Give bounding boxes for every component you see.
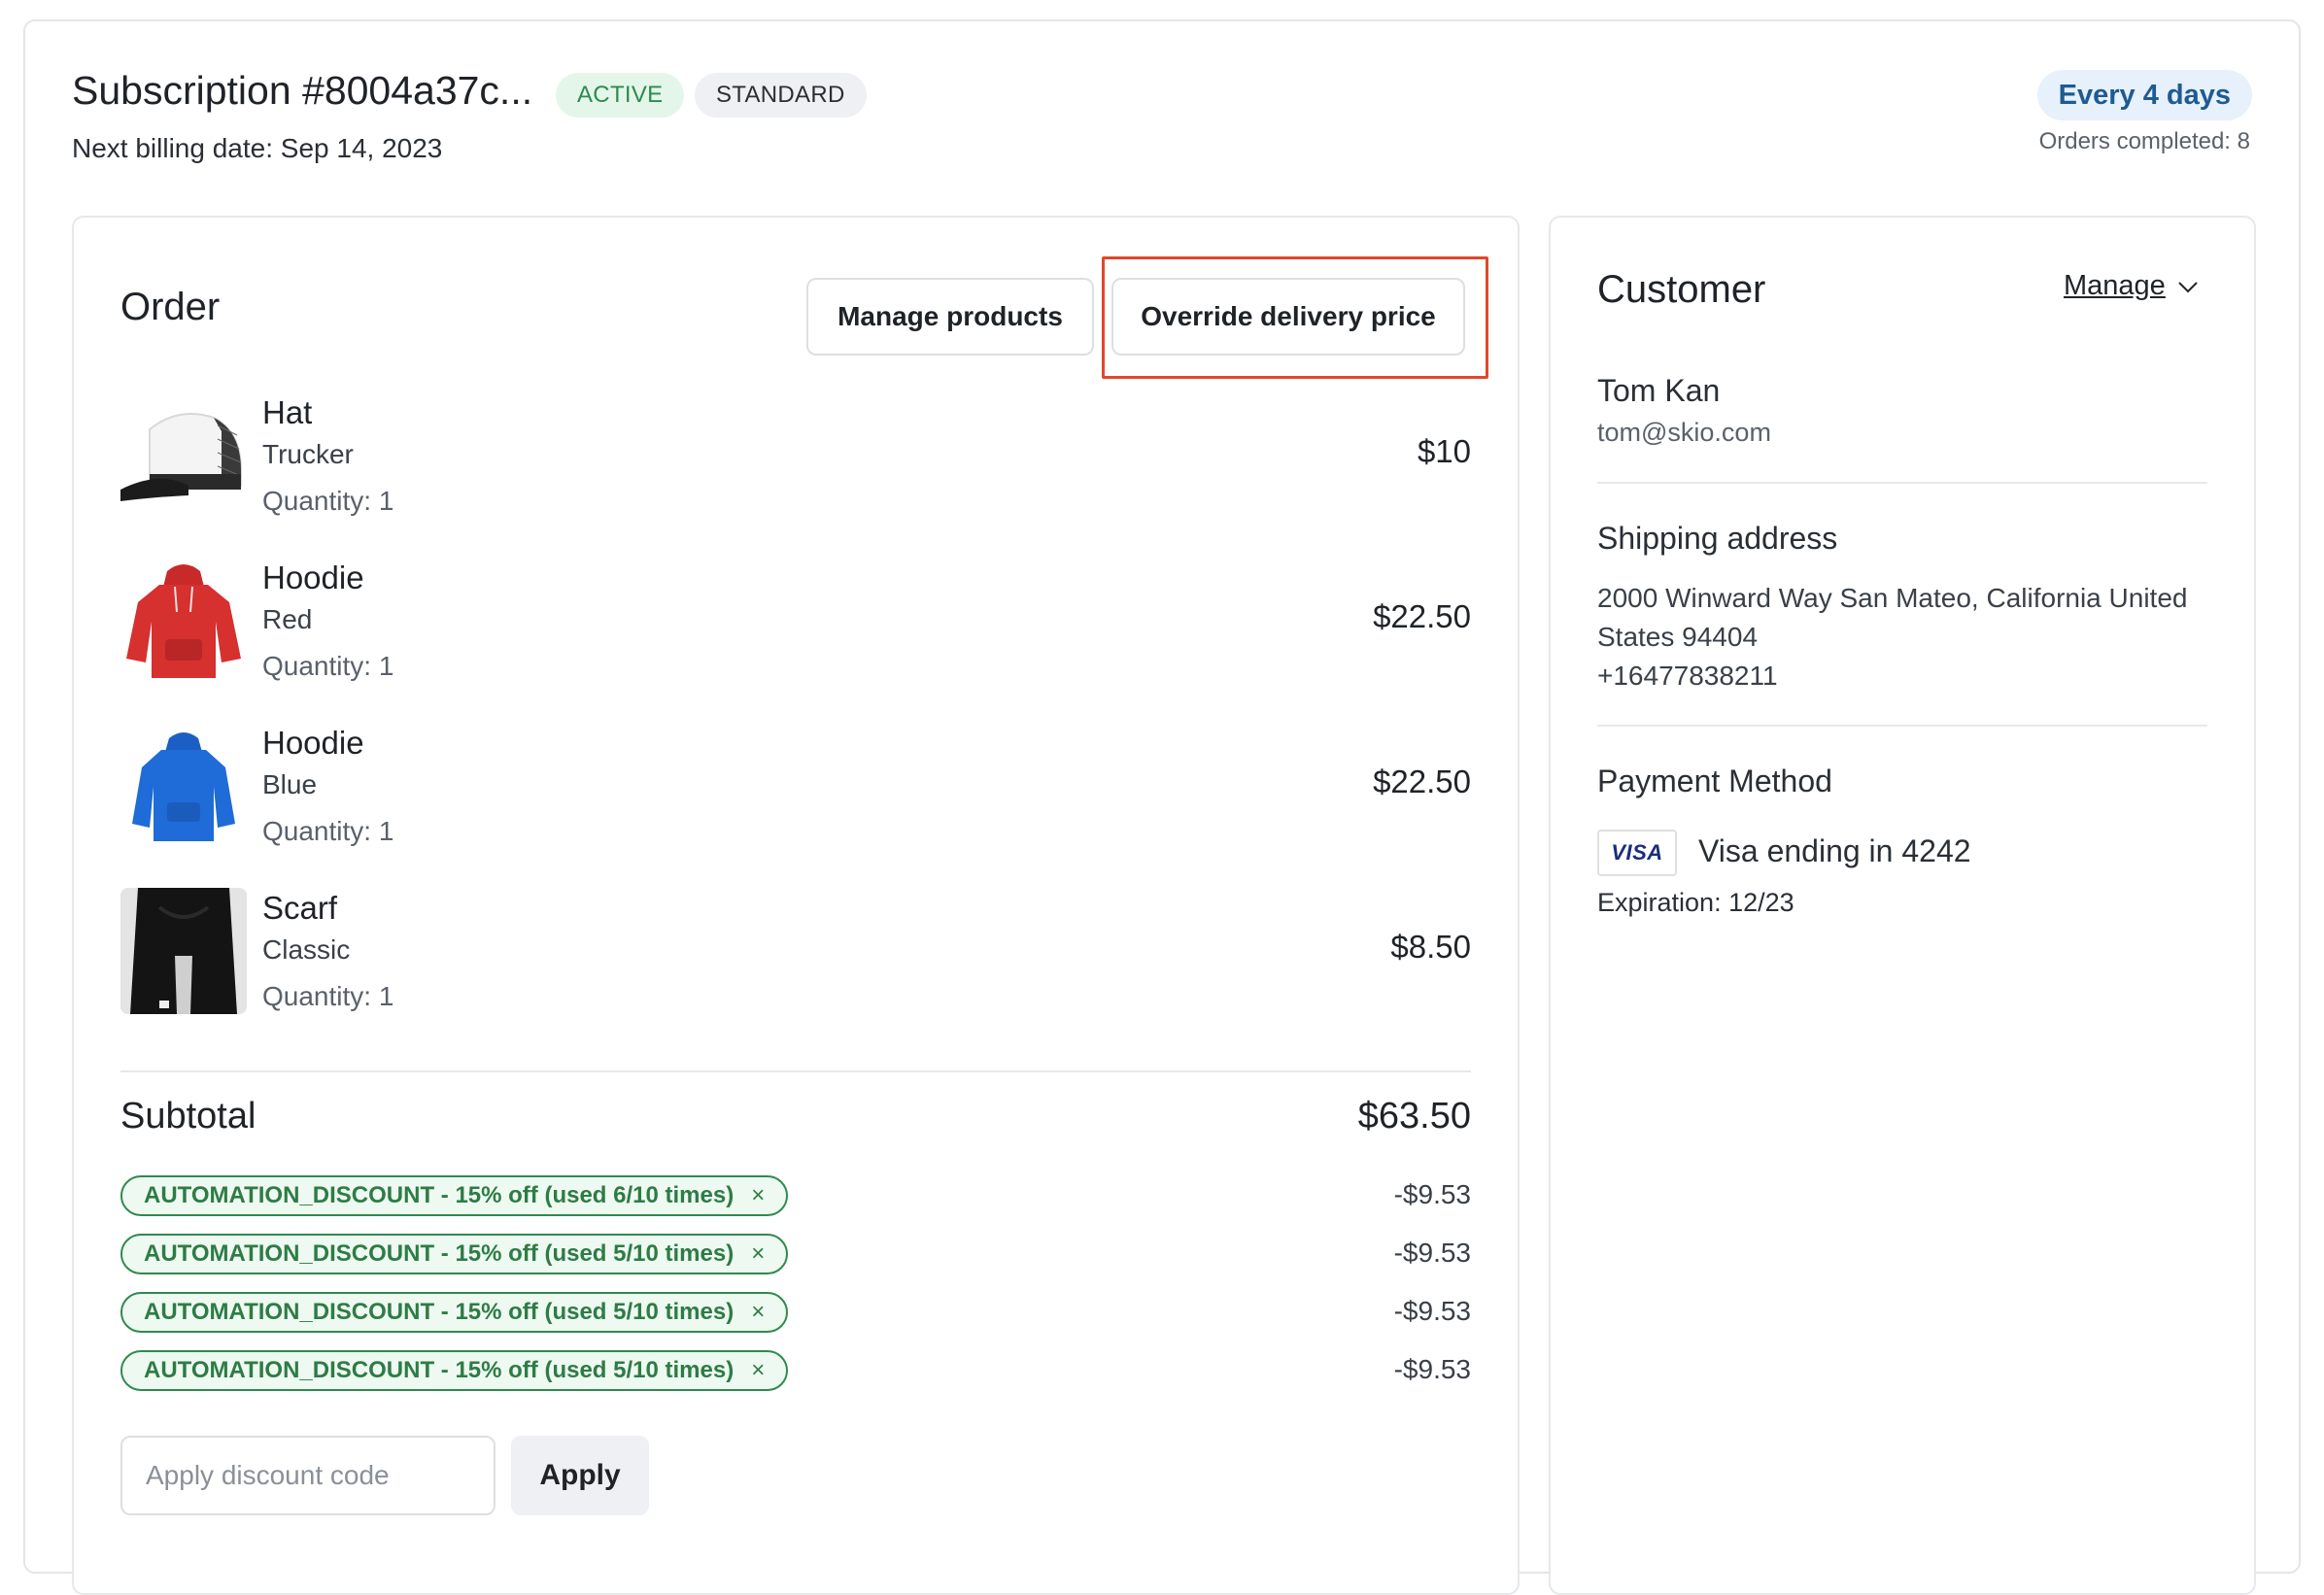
item-quantity: Quantity: 1	[262, 486, 394, 516]
order-item: Hoodie Blue Quantity: 1 $22.50	[120, 723, 1471, 878]
item-price: $22.50	[1373, 598, 1471, 634]
trucker-hat-image	[120, 392, 247, 519]
item-variant: Red	[262, 604, 313, 634]
discount-pill: AUTOMATION_DISCOUNT - 15% off (used 5/10…	[120, 1234, 789, 1274]
item-quantity: Quantity: 1	[262, 981, 394, 1011]
chevron-down-icon	[2177, 270, 2199, 302]
card-expiration: Expiration: 12/23	[1597, 888, 1794, 917]
item-quantity: Quantity: 1	[262, 651, 394, 681]
discount-amount: -$9.53	[1393, 1179, 1471, 1209]
address-line: 2000 Winward Way San Mateo, California U…	[1597, 583, 2188, 652]
subtotal-label: Subtotal	[120, 1096, 256, 1137]
order-item: Hat Trucker Quantity: 1 $10	[120, 392, 1471, 548]
subtotal-value: $63.50	[1357, 1096, 1471, 1137]
shipping-address: 2000 Winward Way San Mateo, California U…	[1597, 579, 2207, 696]
item-variant: Blue	[262, 769, 318, 799]
order-item: Scarf Classic Quantity: 1 $8.50	[120, 888, 1471, 1043]
discount-pill: AUTOMATION_DISCOUNT - 15% off (used 6/10…	[120, 1175, 789, 1216]
item-variant: Trucker	[262, 439, 354, 469]
next-billing-date: Next billing date: Sep 14, 2023	[72, 133, 443, 163]
discount-label: AUTOMATION_DISCOUNT - 15% off (used 5/10…	[144, 1357, 735, 1383]
phone-number: +16477838211	[1597, 661, 1778, 691]
close-icon[interactable]: ×	[751, 1182, 765, 1209]
customer-divider	[1597, 482, 2207, 484]
discount-amount: -$9.53	[1393, 1296, 1471, 1326]
customer-manage-dropdown[interactable]: Manage	[2064, 270, 2199, 302]
plan-badge: STANDARD	[695, 73, 867, 118]
item-quantity: Quantity: 1	[262, 816, 394, 846]
customer-email: tom@skio.com	[1597, 418, 1771, 447]
discount-amount: -$9.53	[1393, 1238, 1471, 1268]
close-icon[interactable]: ×	[751, 1299, 765, 1326]
item-price: $8.50	[1390, 929, 1471, 965]
order-item: Hoodie Red Quantity: 1 $22.50	[120, 558, 1471, 713]
subscription-title: Subscription #8004a37c...	[72, 68, 533, 113]
item-name: Scarf	[262, 890, 338, 926]
discount-code-input[interactable]	[120, 1436, 496, 1515]
order-title: Order	[120, 286, 221, 328]
discount-pill: AUTOMATION_DISCOUNT - 15% off (used 5/10…	[120, 1292, 789, 1333]
discount-amount: -$9.53	[1393, 1354, 1471, 1384]
apply-discount-button[interactable]: Apply	[511, 1436, 649, 1515]
item-price: $22.50	[1373, 764, 1471, 799]
close-icon[interactable]: ×	[751, 1357, 765, 1384]
orders-completed: Orders completed: 8	[2038, 128, 2250, 154]
black-scarf-image	[120, 888, 247, 1014]
discount-label: AUTOMATION_DISCOUNT - 15% off (used 5/10…	[144, 1240, 735, 1267]
item-name: Hoodie	[262, 725, 364, 761]
customer-name: Tom Kan	[1597, 373, 1721, 408]
manage-label: Manage	[2064, 270, 2166, 301]
manage-products-button[interactable]: Manage products	[806, 278, 1094, 356]
payment-title: Payment Method	[1597, 764, 1832, 798]
red-hoodie-image	[120, 558, 247, 684]
item-variant: Classic	[262, 934, 351, 965]
discount-label: AUTOMATION_DISCOUNT - 15% off (used 5/10…	[144, 1299, 735, 1325]
card-description: Visa ending in 4242	[1698, 833, 1971, 868]
visa-card-icon: VISA	[1597, 830, 1677, 876]
status-badge: ACTIVE	[556, 73, 685, 118]
close-icon[interactable]: ×	[751, 1240, 765, 1268]
item-name: Hat	[262, 394, 313, 430]
blue-hoodie-image	[120, 723, 247, 849]
shipping-title: Shipping address	[1597, 521, 1838, 556]
item-price: $10	[1417, 433, 1471, 469]
frequency-pill[interactable]: Every 4 days	[2036, 70, 2252, 120]
override-delivery-price-button[interactable]: Override delivery price	[1111, 278, 1465, 356]
item-name: Hoodie	[262, 560, 364, 595]
discount-label: AUTOMATION_DISCOUNT - 15% off (used 6/10…	[144, 1182, 735, 1208]
discount-pill: AUTOMATION_DISCOUNT - 15% off (used 5/10…	[120, 1350, 789, 1391]
customer-divider	[1597, 725, 2207, 727]
customer-title: Customer	[1597, 268, 1766, 311]
order-divider	[120, 1070, 1471, 1072]
